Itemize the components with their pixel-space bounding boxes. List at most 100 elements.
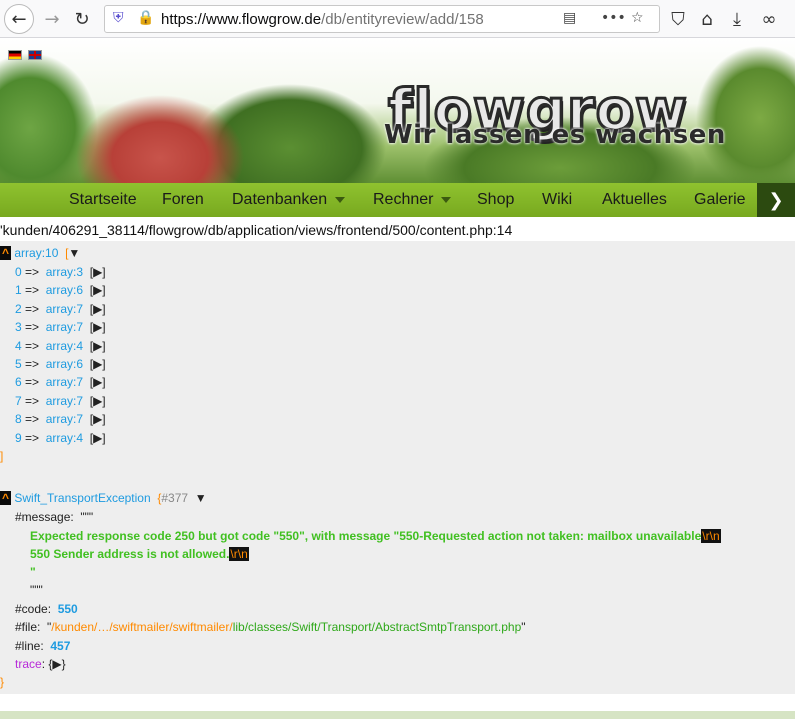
back-button[interactable]: ←: [4, 4, 34, 34]
lock-icon: 🔒: [137, 10, 155, 26]
arrow-operator: =>: [21, 393, 46, 408]
arrow-operator: =>: [21, 338, 46, 353]
code-value: 550: [57, 602, 78, 616]
url-bar[interactable]: ⛨ 🔒 https://www.flowgrow.de/db/entityrev…: [104, 5, 660, 33]
quote-close: ": [521, 620, 526, 634]
expand-triangle-icon[interactable]: [▶]: [83, 339, 106, 353]
array-item-type: array:4: [45, 430, 84, 445]
nav-item-startseite[interactable]: Startseite: [69, 191, 137, 209]
file-label: #file:: [15, 620, 41, 634]
nav-item-datenbanken[interactable]: Datenbanken: [232, 191, 346, 209]
site-slogan: Wir lassen es wachsen: [384, 120, 726, 150]
reload-button[interactable]: ↻: [68, 5, 96, 33]
message-text-2: 550 Sender address is not allowed.: [30, 547, 230, 561]
array-item-row[interactable]: 2 => array:7 [▶]: [15, 302, 106, 316]
pocket-button[interactable]: ⛉: [664, 5, 692, 33]
array-item-type: array:6: [45, 357, 84, 371]
more-actions-icon[interactable]: •••: [601, 10, 626, 26]
chevron-right-icon: ❯: [768, 189, 784, 211]
array-item-row[interactable]: 0 => array:3 [▶]: [15, 265, 106, 279]
expand-triangle-icon[interactable]: [▶]: [83, 412, 106, 426]
nav-item-galerie[interactable]: Galerie: [694, 191, 746, 209]
expand-triangle-icon[interactable]: [▶]: [83, 302, 106, 316]
german-flag-icon[interactable]: [8, 50, 22, 60]
code-row: #code: 550: [15, 602, 78, 616]
url-text: https://www.flowgrow.de/db/entityreview/…: [161, 11, 484, 28]
array-item-row[interactable]: 9 => array:4 [▶]: [15, 431, 106, 445]
expand-triangle-icon[interactable]: [▶]: [83, 320, 106, 334]
collapse-triangle-icon[interactable]: ▼: [68, 246, 80, 260]
exception-header[interactable]: ^ Swift_TransportException {#377 ▼: [0, 491, 207, 505]
nav-item-label: Datenbanken: [232, 191, 328, 208]
reader-view-icon[interactable]: ▤: [563, 10, 576, 26]
array-item-row[interactable]: 7 => array:7 [▶]: [15, 394, 106, 408]
array-item-row[interactable]: 3 => array:7 [▶]: [15, 320, 106, 334]
line-label: #line:: [15, 639, 44, 653]
expand-triangle-icon[interactable]: [▶]: [83, 394, 106, 408]
expand-triangle-icon[interactable]: [▶]: [83, 283, 106, 297]
bracket-close: ]: [0, 449, 4, 463]
arrow-operator: =>: [21, 283, 46, 298]
english-flag-icon[interactable]: [28, 50, 42, 60]
array-key: 4: [15, 338, 22, 353]
array-key: 5: [15, 357, 22, 371]
nav-item-aktuelles[interactable]: Aktuelles: [602, 191, 667, 209]
caret-down-icon: [335, 196, 346, 203]
array-key: 2: [15, 301, 22, 316]
expand-triangle-icon[interactable]: [▶]: [83, 265, 106, 279]
message-line-3: ": [30, 565, 36, 579]
nav-item-label: Aktuelles: [602, 191, 667, 208]
message-line-1: Expected response code 250 but got code …: [30, 529, 721, 543]
browser-toolbar: ← → ↻ ⛨ 🔒 https://www.flowgrow.de/db/ent…: [0, 0, 795, 38]
expand-triangle-icon[interactable]: [▶]: [83, 431, 106, 445]
array-type: array:10: [14, 246, 59, 260]
home-button[interactable]: ⌂: [693, 5, 721, 33]
downloads-button[interactable]: ⤓: [723, 5, 751, 33]
array-item-type: array:7: [45, 320, 84, 335]
reload-icon: ↻: [74, 8, 90, 30]
file-prefix[interactable]: /kunden/…/swiftmailer/swiftmailer/: [51, 620, 232, 634]
url-path: /db/entityreview/add/158: [321, 11, 484, 28]
array-item-row[interactable]: 4 => array:4 [▶]: [15, 339, 106, 353]
caret-down-icon: [441, 196, 452, 203]
array-item-type: array:6: [45, 283, 84, 298]
file-path: lib/classes/Swift/Transport/AbstractSmtp…: [232, 620, 522, 634]
arrow-left-icon: ←: [11, 8, 27, 30]
nav-item-wiki[interactable]: Wiki: [542, 191, 572, 209]
code-label: #code:: [15, 602, 52, 616]
array-item-row[interactable]: 5 => array:6 [▶]: [15, 357, 106, 371]
trace-brace-close: }: [61, 657, 66, 671]
array-item-row[interactable]: 6 => array:7 [▶]: [15, 375, 106, 389]
forward-button[interactable]: →: [38, 5, 66, 33]
url-host: https://www.flowgrow.de: [161, 11, 322, 28]
mask-icon: ∞: [761, 8, 777, 30]
expand-triangle-icon[interactable]: ▶: [52, 657, 61, 671]
private-mask-button[interactable]: ∞: [755, 5, 783, 33]
array-item-type: array:7: [45, 412, 84, 427]
arrow-operator: =>: [21, 320, 46, 335]
array-item-type: array:7: [45, 393, 84, 408]
expand-marker-icon: ^: [0, 491, 12, 505]
array-item-row[interactable]: 8 => array:7 [▶]: [15, 412, 106, 426]
collapse-triangle-icon[interactable]: ▼: [191, 491, 207, 505]
arrow-operator: =>: [21, 357, 46, 371]
bookmark-star-icon[interactable]: ☆: [631, 10, 644, 26]
array-item-type: array:4: [45, 338, 84, 353]
array-item-type: array:7: [45, 375, 84, 390]
expand-triangle-icon[interactable]: [▶]: [83, 375, 106, 389]
trace-row: trace: {▶}: [15, 657, 66, 671]
nav-item-shop[interactable]: Shop: [477, 191, 514, 209]
nav-item-rechner[interactable]: Rechner: [373, 191, 452, 209]
download-icon: ⤓: [733, 8, 741, 30]
site-header-banner: flowgrow Wir lassen es wachsen: [0, 38, 795, 183]
nav-item-label: Wiki: [542, 191, 573, 208]
line-row: #line: 457: [15, 639, 70, 653]
arrow-operator: =>: [21, 430, 46, 445]
array-item-row[interactable]: 1 => array:6 [▶]: [15, 283, 106, 297]
expand-triangle-icon[interactable]: [▶]: [83, 357, 106, 371]
nav-item-foren[interactable]: Foren: [162, 191, 204, 209]
array-item-type: array:7: [45, 301, 84, 316]
array-header[interactable]: ^ array:10 [▼: [0, 246, 80, 260]
dump-source-path: 'kunden/406291_38114/flowgrow/db/applica…: [0, 222, 513, 238]
nav-scroll-next-button[interactable]: ❯: [757, 183, 795, 217]
